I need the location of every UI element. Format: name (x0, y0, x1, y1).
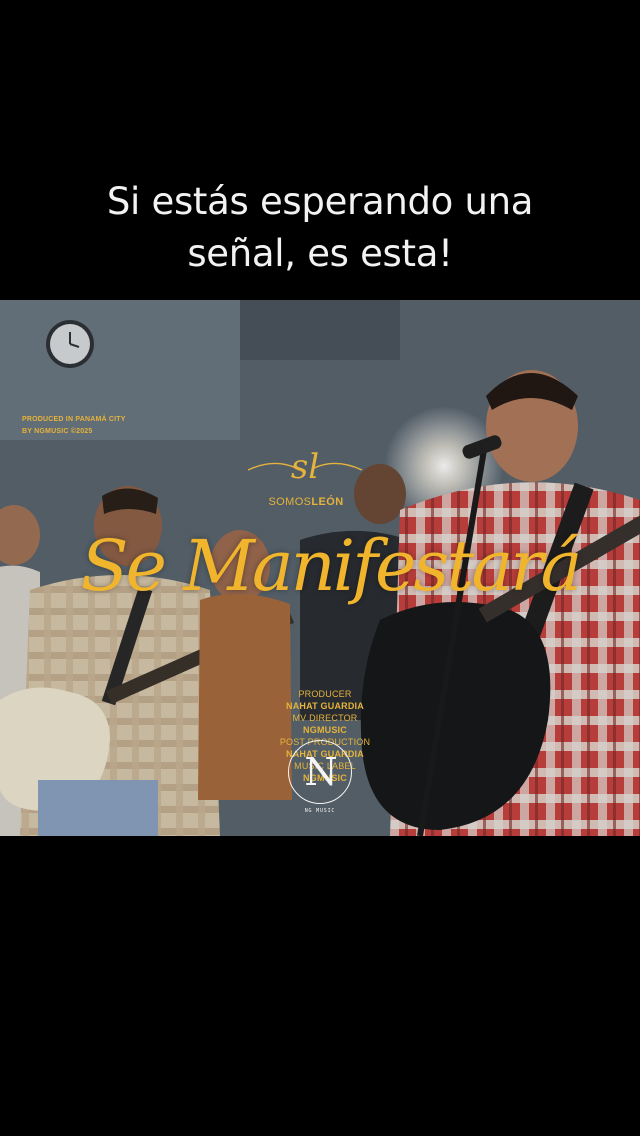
somosleon-monogram-logo: sl (247, 447, 363, 487)
brand-name: SOMOSLEÓN (240, 496, 372, 508)
ng-logo-letter: N (304, 750, 338, 794)
caption-line-2: señal, es esta! (187, 232, 453, 275)
produced-line-2: BY NGMUSIC ©2025 (22, 428, 93, 435)
song-title: Se Manifestará (80, 525, 583, 607)
video-caption: Si estás esperando una señal, es esta! (0, 176, 640, 280)
ng-music-logo: N (288, 740, 352, 804)
brand-prefix: SOMOS (268, 496, 312, 508)
produced-line-1: PRODUCED IN PANAMÁ CITY (22, 416, 126, 423)
producer-label: PRODUCER (298, 689, 352, 699)
video-frame[interactable]: PRODUCED IN PANAMÁ CITY BY NGMUSIC ©2025… (0, 300, 640, 836)
caption-line-1: Si estás esperando una (106, 180, 534, 223)
ng-music-label: NG MUSIC (304, 808, 336, 814)
brand-suffix: LEÓN (311, 496, 344, 508)
producer-name: NAHAT GUARDIA (286, 701, 364, 711)
credits-line-1: PRODUCER NAHAT GUARDIA (80, 688, 570, 712)
produced-credit: PRODUCED IN PANAMÁ CITY BY NGMUSIC ©2025 (22, 414, 182, 438)
director-label: MV DIRECTOR (292, 713, 358, 723)
monogram-text: sl (291, 447, 319, 487)
director-name: NGMUSIC (303, 725, 347, 735)
